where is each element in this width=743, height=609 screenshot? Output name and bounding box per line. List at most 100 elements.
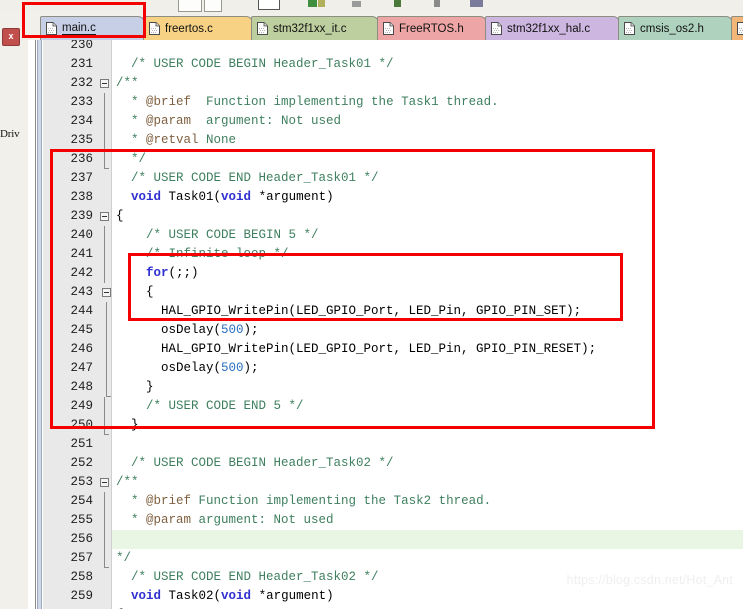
fold-guide-line [104, 226, 105, 245]
editor-left-border [28, 40, 36, 609]
code-token: *argument) [251, 589, 334, 603]
code-line[interactable]: /* USER CODE BEGIN 5 */ [116, 226, 319, 245]
rail-label: Driv [0, 128, 20, 140]
line-number: 256 [70, 532, 93, 546]
vertical-ruler[interactable] [37, 40, 42, 609]
editor-tab-cmsis-os2-c[interactable]: cmsis_os2.c [731, 16, 743, 40]
close-icon[interactable]: x [2, 28, 20, 46]
code-token: /** [116, 475, 139, 489]
line-number: 251 [70, 437, 93, 451]
code-line[interactable]: * @param argument: Not used [116, 511, 334, 530]
code-token: * [116, 133, 147, 147]
code-line[interactable]: /** [116, 473, 139, 492]
code-line[interactable]: osDelay(500); [116, 359, 259, 378]
code-line[interactable]: /* USER CODE END 5 */ [116, 397, 304, 416]
line-number: 231 [70, 57, 93, 71]
fold-guide-line [104, 245, 105, 264]
fold-guide-line [106, 359, 107, 378]
line-number: 244 [70, 304, 93, 318]
code-line[interactable]: osDelay(500); [116, 321, 259, 340]
fold-toggle-icon[interactable] [102, 288, 111, 297]
fold-guide-line [104, 150, 105, 169]
toolbar-run-icon[interactable] [308, 0, 317, 7]
code-line[interactable]: /* USER CODE BEGIN Header_Task02 */ [116, 454, 394, 473]
fold-toggle-icon[interactable] [100, 212, 109, 221]
editor-tab-freertos-c[interactable]: freertos.c [143, 16, 253, 40]
code-line[interactable]: HAL_GPIO_WritePin(LED_GPIO_Port, LED_Pin… [116, 340, 596, 359]
editor-tab-freertos-h[interactable]: FreeRTOS.h [377, 16, 487, 40]
file-icon [383, 22, 394, 35]
code-line[interactable]: for(;;) [116, 264, 199, 283]
file-icon [149, 22, 160, 35]
code-line[interactable]: * @brief Function implementing the Task1… [116, 93, 499, 112]
code-line[interactable]: { [116, 283, 154, 302]
code-token: 500 [221, 361, 244, 375]
code-line[interactable]: /** [116, 74, 139, 93]
code-token: /* Infinite loop */ [116, 247, 289, 261]
file-icon [257, 22, 268, 35]
fold-guide-line [104, 93, 105, 112]
fold-guide-line [104, 264, 105, 283]
toolbar-icon-d[interactable] [394, 0, 401, 7]
watermark: https://blog.csdn.net/Hot_Ant [566, 573, 733, 587]
code-token: argument: Not used [191, 513, 334, 527]
code-token: Task01( [161, 190, 222, 204]
code-line[interactable]: } [116, 378, 154, 397]
code-line[interactable]: */ [116, 549, 131, 568]
file-icon [46, 22, 57, 35]
fold-toggle-icon[interactable] [100, 79, 109, 88]
code-token: /* USER CODE END Header_Task01 */ [116, 171, 379, 185]
file-icon [624, 22, 635, 35]
code-line[interactable]: /* Infinite loop */ [116, 245, 289, 264]
code-token: @param [146, 114, 192, 128]
toolbar-debug-icon[interactable] [318, 0, 325, 7]
code-line[interactable]: /* USER CODE END Header_Task02 */ [116, 568, 379, 587]
code-token: HAL_GPIO_WritePin(LED_GPIO_Port, LED_Pin… [116, 304, 582, 318]
file-icon [491, 22, 502, 35]
code-line[interactable]: void Task01(void *argument) [116, 188, 334, 207]
editor-tab-stm32f1xx-hal-c[interactable]: stm32f1xx_hal.c [485, 16, 620, 40]
code-token: @param [146, 513, 192, 527]
code-line[interactable]: /* USER CODE BEGIN Header_Task01 */ [116, 55, 394, 74]
line-number: 250 [70, 418, 93, 432]
code-line[interactable]: */ [116, 150, 146, 169]
code-token: } [116, 418, 139, 432]
code-line[interactable]: void Task02(void *argument) [116, 587, 334, 606]
code-line[interactable]: HAL_GPIO_WritePin(LED_GPIO_Port, LED_Pin… [116, 302, 581, 321]
fold-guide-line [106, 302, 107, 321]
code-line[interactable]: { [116, 207, 124, 226]
code-line[interactable]: * @retval None [116, 131, 236, 150]
line-number: 234 [70, 114, 93, 128]
code-line[interactable]: * @brief Function implementing the Task2… [116, 492, 491, 511]
line-number: 247 [70, 361, 93, 375]
line-number: 236 [70, 152, 93, 166]
code-token: /* USER CODE END 5 */ [116, 399, 304, 413]
editor-tab-cmsis-os2-h[interactable]: cmsis_os2.h [618, 16, 733, 40]
line-number: 243 [70, 285, 93, 299]
editor-tab-main-c[interactable]: main.c [40, 16, 145, 40]
fold-toggle-icon[interactable] [100, 478, 109, 487]
code-editor[interactable]: /* USER CODE BEGIN Header_Task01 */ /** *… [28, 40, 743, 609]
code-token: Function implementing the Task2 thread. [191, 494, 492, 508]
fold-guide-line [106, 378, 107, 397]
code-text-area[interactable]: /* USER CODE BEGIN Header_Task01 */ /** *… [112, 40, 743, 609]
toolbar-button-b[interactable] [204, 0, 222, 12]
code-token: 500 [221, 323, 244, 337]
toolbar-button-a[interactable] [178, 0, 202, 12]
toolbar-icon-g[interactable] [258, 0, 280, 10]
editor-tab-stm32f1xx-it-c[interactable]: stm32f1xx_it.c [251, 16, 379, 40]
line-number: 239 [70, 209, 93, 223]
line-number: 249 [70, 399, 93, 413]
code-line[interactable]: * @param argument: Not used [116, 112, 341, 131]
toolbar-icon-e[interactable] [434, 0, 440, 7]
fold-column[interactable] [98, 40, 112, 609]
code-line[interactable]: } [116, 416, 139, 435]
code-token: /* USER CODE END Header_Task02 */ [116, 570, 379, 584]
editor-window: x Driv main.c freertos.c stm32f1xx_it.c Fre… [0, 0, 743, 609]
toolbar-icon-f[interactable] [470, 0, 483, 7]
toolbar-icon-c[interactable] [352, 1, 361, 7]
code-token: { [116, 285, 154, 299]
code-token: /* USER CODE BEGIN Header_Task01 */ [116, 57, 394, 71]
code-line[interactable]: /* USER CODE END Header_Task01 */ [116, 169, 379, 188]
